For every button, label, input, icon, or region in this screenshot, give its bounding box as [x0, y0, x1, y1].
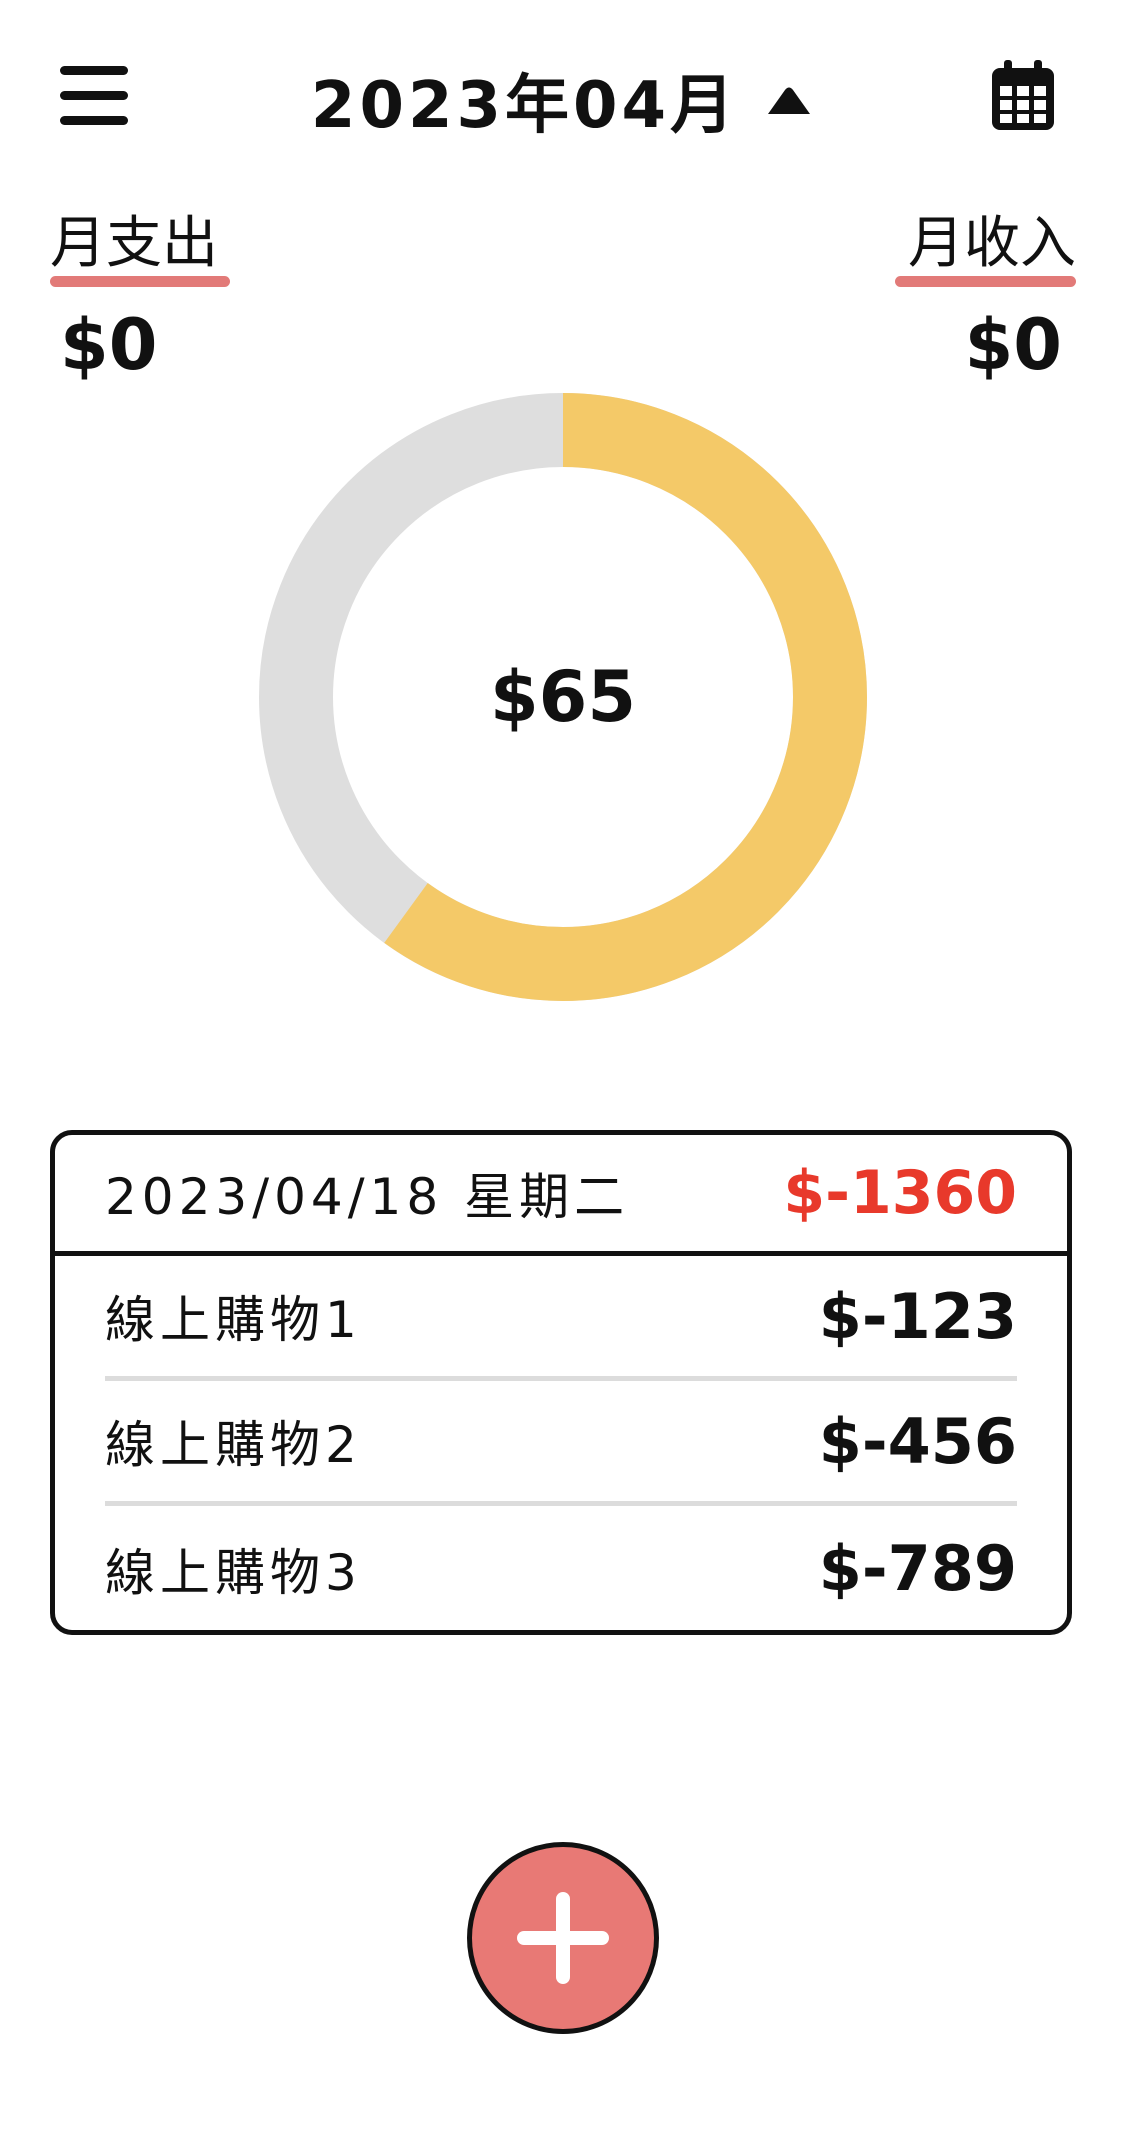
calendar-icon[interactable]	[990, 60, 1056, 132]
income-underline	[895, 276, 1076, 287]
daily-transactions-card: 2023/04/18 星期二 $-1360 線上購物1 $-123 線上購物2 …	[50, 1130, 1072, 1635]
card-date: 2023/04/18 星期二	[105, 1168, 630, 1226]
transaction-name: 線上購物1	[105, 1291, 362, 1349]
month-selector[interactable]: 2023年04月	[280, 60, 845, 143]
month-title: 2023年04月	[310, 69, 739, 143]
transaction-name: 線上購物3	[105, 1543, 362, 1602]
monthly-income-value: $0	[964, 304, 1062, 386]
add-transaction-button[interactable]	[467, 1842, 659, 2034]
plus-icon	[517, 1892, 609, 1984]
hamburger-menu-icon[interactable]	[60, 66, 128, 126]
transaction-amount: $-123	[818, 1279, 1017, 1353]
caret-up-icon	[768, 87, 811, 114]
transaction-amount: $-789	[818, 1532, 1017, 1605]
transaction-name: 線上購物2	[105, 1416, 362, 1474]
day-total-amount: $-1360	[783, 1158, 1017, 1228]
transaction-amount: $-456	[818, 1404, 1017, 1478]
monthly-expense-label[interactable]: 月支出	[50, 210, 218, 278]
card-header[interactable]: 2023/04/18 星期二 $-1360	[55, 1135, 1067, 1256]
expense-underline	[50, 276, 230, 287]
monthly-expense-value: $0	[60, 304, 158, 386]
transaction-row[interactable]: 線上購物2 $-456	[105, 1381, 1017, 1506]
transaction-row[interactable]: 線上購物1 $-123	[105, 1256, 1017, 1381]
monthly-income-label[interactable]: 月收入	[908, 210, 1076, 278]
transaction-row[interactable]: 線上購物3 $-789	[105, 1506, 1017, 1630]
balance-amount: $65	[489, 656, 637, 738]
